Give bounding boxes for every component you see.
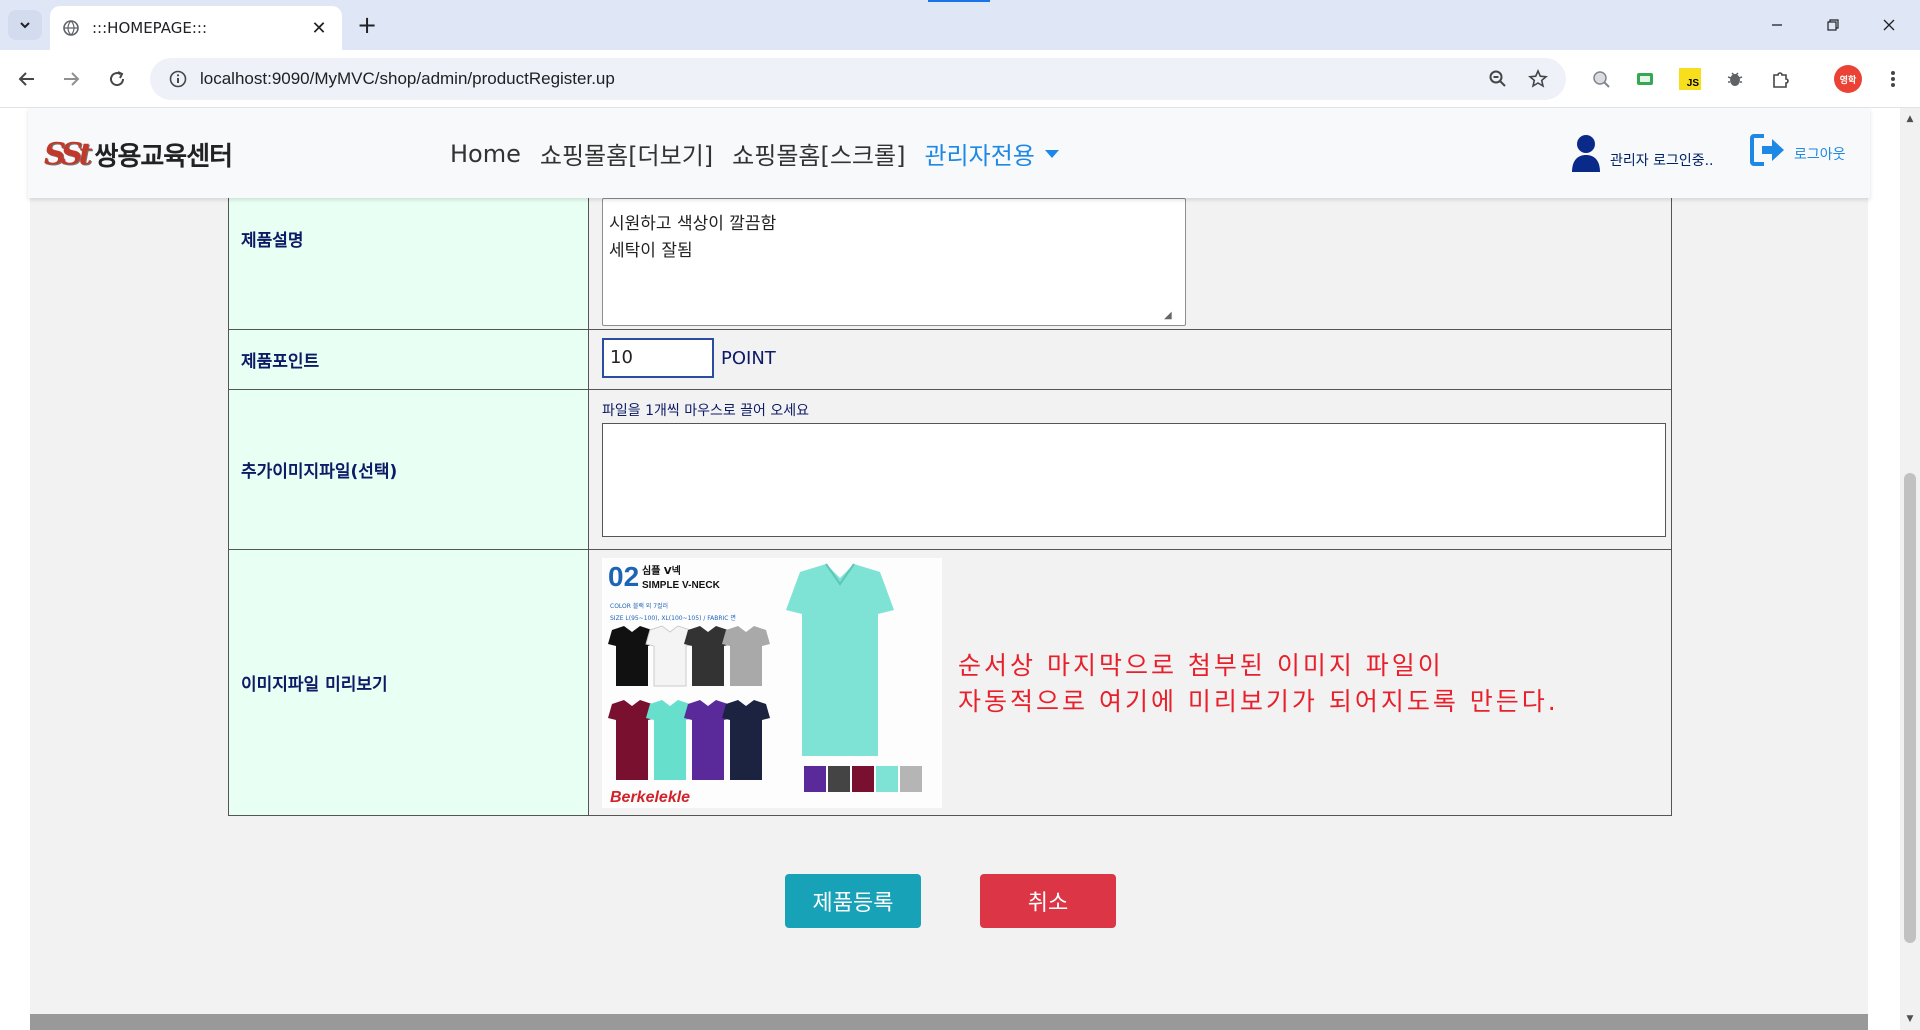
bug-icon[interactable] bbox=[1722, 66, 1748, 92]
browser-tab[interactable]: :::HOMEPAGE::: ✕ bbox=[50, 6, 342, 50]
extra-images-label: 추가이미지파일(선택) bbox=[241, 462, 398, 482]
star-icon[interactable] bbox=[1518, 59, 1558, 99]
close-icon[interactable]: ✕ bbox=[308, 18, 330, 39]
description-textarea[interactable]: 시원하고 색상이 깔끔함 세탁이 잘됨 bbox=[602, 198, 1186, 326]
nav-home[interactable]: Home bbox=[450, 140, 521, 168]
form-row-extra-images: 추가이미지파일(선택) 파일을 1개씩 마우스로 끌어 오세요 bbox=[229, 390, 1671, 550]
cancel-button[interactable]: 취소 bbox=[980, 874, 1116, 928]
nav-user[interactable]: 관리자 로그인중.. bbox=[1570, 134, 1714, 172]
form-row-point: 제품포인트 10 POINT bbox=[229, 330, 1671, 390]
preview-value-cell: 02 심플 V넥 SIMPLE V-NECK COLOR 블랙 외 7컬러 SI… bbox=[590, 550, 1671, 815]
scroll-down-icon[interactable]: ▼ bbox=[1905, 1014, 1915, 1024]
minimize-button[interactable] bbox=[1754, 10, 1800, 40]
user-status-label: 관리자 로그인중.. bbox=[1610, 153, 1714, 169]
kebab-menu-icon[interactable] bbox=[1880, 66, 1906, 92]
extra-images-label-cell: 추가이미지파일(선택) bbox=[229, 390, 589, 549]
sign-out-icon bbox=[1750, 134, 1784, 166]
profile-initial: 영학 bbox=[1839, 75, 1857, 86]
page-viewport: 제품설명 시원하고 색상이 깔끔함 세탁이 잘됨 ◢ 제품포인트 10 POIN… bbox=[0, 108, 1900, 1030]
logout-label: 로그아웃 bbox=[1794, 147, 1846, 163]
extension-1-icon[interactable] bbox=[1588, 66, 1614, 92]
preview-title-en: SIMPLE V-NECK bbox=[642, 580, 721, 591]
point-label-cell: 제품포인트 bbox=[229, 330, 589, 389]
site-navbar: SSt 쌍용교육센터 Home 쇼핑몰홈[더보기] 쇼핑몰홈[스크롤] 관리자전… bbox=[28, 108, 1870, 198]
point-unit: POINT bbox=[721, 348, 776, 369]
preview-number: 02 bbox=[608, 561, 639, 592]
preview-note: 순서상 마지막으로 첨부된 이미지 파일이 자동적으로 여기에 미리보기가 되어… bbox=[958, 648, 1559, 720]
back-button[interactable] bbox=[12, 64, 42, 94]
mint-shirt-shape bbox=[786, 564, 894, 756]
scrollbar-thumb[interactable] bbox=[1904, 473, 1916, 943]
globe-icon bbox=[62, 19, 80, 37]
address-bar[interactable]: localhost:9090/MyMVC/shop/admin/productR… bbox=[150, 58, 1566, 100]
browser-tab-strip: :::HOMEPAGE::: ✕ + bbox=[0, 0, 1920, 50]
logo-mark: SSt bbox=[44, 137, 92, 172]
point-value-cell: 10 POINT bbox=[590, 330, 1671, 389]
preview-label: 이미지파일 미리보기 bbox=[241, 675, 388, 695]
description-label: 제품설명 bbox=[241, 231, 304, 251]
preview-size-line: SIZE L(95~100), XL(100~105) / FABRIC 면 bbox=[610, 614, 736, 622]
tab-search-button[interactable] bbox=[8, 10, 42, 40]
preview-color-line: COLOR 블랙 외 7컬러 bbox=[610, 602, 668, 610]
window-close-button[interactable] bbox=[1866, 10, 1912, 40]
point-input[interactable]: 10 bbox=[602, 338, 714, 378]
nav-shop-more[interactable]: 쇼핑몰홈[더보기] bbox=[540, 136, 713, 171]
reload-button[interactable] bbox=[102, 64, 132, 94]
preview-note-line2: 자동적으로 여기에 미리보기가 되어지도록 만든다. bbox=[958, 687, 1559, 716]
close-icon bbox=[1883, 19, 1895, 31]
preview-note-line1: 순서상 마지막으로 첨부된 이미지 파일이 bbox=[958, 651, 1444, 680]
info-icon[interactable] bbox=[156, 70, 200, 88]
puzzle-icon[interactable] bbox=[1768, 66, 1794, 92]
point-label: 제품포인트 bbox=[241, 352, 320, 372]
register-button[interactable]: 제품등록 bbox=[785, 874, 921, 928]
js-label: JS bbox=[1686, 78, 1699, 89]
preview-title-kr: 심플 V넥 bbox=[642, 564, 681, 577]
forward-button[interactable] bbox=[56, 64, 86, 94]
form-row-preview: 이미지파일 미리보기 02 심플 V넥 SIMPLE V-NECK COLOR … bbox=[229, 550, 1671, 815]
arrow-right-icon bbox=[64, 72, 80, 86]
product-register-form: 제품설명 시원하고 색상이 깔끔함 세탁이 잘됨 ◢ 제품포인트 10 POIN… bbox=[228, 108, 1672, 816]
resize-grip-icon[interactable]: ◢ bbox=[1164, 310, 1172, 321]
extension-2-icon[interactable] bbox=[1632, 66, 1658, 92]
extra-images-value-cell: 파일을 1개씩 마우스로 끌어 오세요 bbox=[590, 390, 1671, 549]
drop-hint: 파일을 1개씩 마우스로 끌어 오세요 bbox=[602, 403, 810, 419]
site-logo[interactable]: SSt 쌍용교육센터 bbox=[44, 136, 234, 173]
user-icon bbox=[1572, 135, 1600, 172]
footer-bar bbox=[30, 1014, 1868, 1030]
scroll-up-icon[interactable]: ▲ bbox=[1905, 114, 1915, 124]
page-scrollbar[interactable]: ▲ ▼ bbox=[1900, 108, 1920, 1030]
preview-label-cell: 이미지파일 미리보기 bbox=[229, 550, 589, 815]
profile-avatar[interactable]: 영학 bbox=[1834, 65, 1862, 93]
nav-admin-dropdown[interactable]: 관리자전용 bbox=[924, 136, 1059, 171]
chevron-down-icon bbox=[20, 22, 30, 29]
restore-button[interactable] bbox=[1810, 10, 1856, 40]
logo-text: 쌍용교육센터 bbox=[94, 142, 234, 172]
zoom-icon[interactable] bbox=[1478, 59, 1518, 99]
product-preview-image: 02 심플 V넥 SIMPLE V-NECK COLOR 블랙 외 7컬러 SI… bbox=[602, 558, 942, 808]
new-tab-button[interactable]: + bbox=[352, 10, 382, 40]
arrow-left-icon bbox=[18, 72, 34, 86]
js-extension-icon[interactable]: JS bbox=[1677, 66, 1703, 92]
file-drop-zone[interactable] bbox=[602, 423, 1666, 537]
nav-shop-scroll[interactable]: 쇼핑몰홈[스크롤] bbox=[732, 136, 905, 171]
main-nav: Home 쇼핑몰홈[더보기] 쇼핑몰홈[스크롤] 관리자전용 bbox=[450, 136, 1078, 171]
tab-title: :::HOMEPAGE::: bbox=[92, 19, 208, 37]
caret-down-icon bbox=[1044, 150, 1059, 158]
browser-toolbar: localhost:9090/MyMVC/shop/admin/productR… bbox=[0, 50, 1920, 108]
reload-icon bbox=[110, 71, 125, 87]
restore-icon bbox=[1827, 19, 1839, 31]
nav-logout[interactable]: 로그아웃 bbox=[1750, 134, 1846, 166]
tab-strip-accent bbox=[928, 0, 990, 2]
url-text[interactable]: localhost:9090/MyMVC/shop/admin/productR… bbox=[200, 69, 1478, 89]
minimize-icon bbox=[1772, 24, 1782, 26]
preview-brand: Berkelekle bbox=[610, 789, 690, 806]
nav-admin-label: 관리자전용 bbox=[924, 142, 1035, 170]
